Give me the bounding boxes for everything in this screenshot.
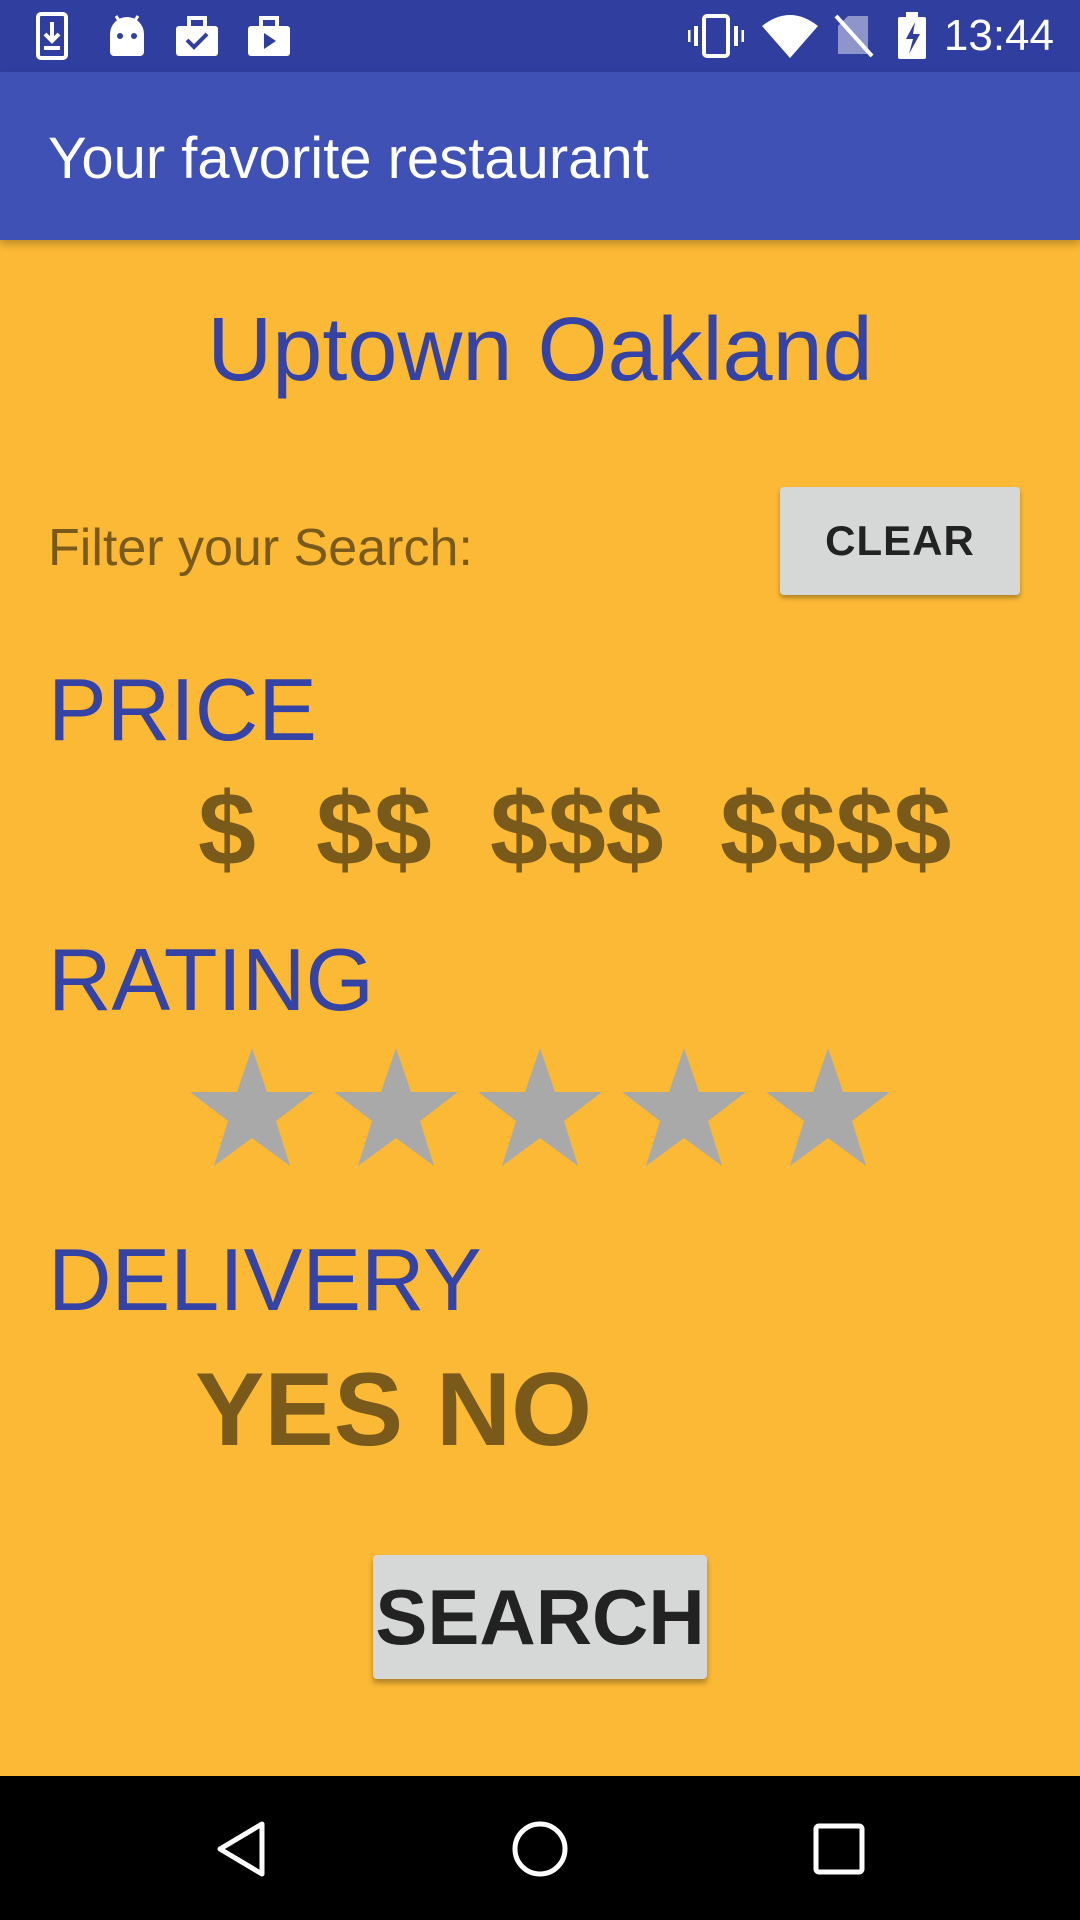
delivery-yes-option[interactable]: YES bbox=[195, 1355, 403, 1465]
filter-screen: Uptown Oakland Filter your Search: CLEAR… bbox=[0, 240, 1080, 1776]
delivery-no-option[interactable]: NO bbox=[436, 1355, 592, 1465]
wifi-icon bbox=[762, 15, 818, 58]
price-option-3[interactable]: $$$ bbox=[490, 775, 664, 885]
rating-heading: RATING bbox=[48, 930, 374, 1029]
rating-star-1-icon[interactable] bbox=[187, 1046, 317, 1170]
no-sim-icon bbox=[834, 14, 874, 58]
battery-charging-icon bbox=[898, 12, 926, 59]
price-option-4[interactable]: $$$$ bbox=[720, 775, 951, 885]
clear-button[interactable]: CLEAR bbox=[780, 487, 1020, 595]
rating-star-5-icon[interactable] bbox=[763, 1046, 893, 1170]
price-option-2[interactable]: $$ bbox=[316, 775, 432, 885]
android-icon bbox=[110, 15, 144, 56]
home-icon[interactable] bbox=[509, 1818, 571, 1880]
briefcase-check-icon bbox=[176, 16, 218, 56]
price-option-1[interactable]: $ bbox=[198, 775, 256, 885]
recents-icon[interactable] bbox=[808, 1818, 870, 1880]
rating-star-2-icon[interactable] bbox=[331, 1046, 461, 1170]
rating-star-3-icon[interactable] bbox=[475, 1046, 605, 1170]
app-title: Your favorite restaurant bbox=[48, 126, 649, 191]
clock: 13:44 bbox=[943, 11, 1054, 60]
price-heading: PRICE bbox=[48, 660, 317, 759]
rating-star-4-icon[interactable] bbox=[619, 1046, 749, 1170]
app-bar: Your favorite restaurant bbox=[0, 72, 1080, 240]
navigation-bar bbox=[0, 1776, 1080, 1920]
status-bar: 13:44 bbox=[0, 0, 1080, 72]
location-title: Uptown Oakland bbox=[207, 300, 873, 400]
delivery-heading: DELIVERY bbox=[48, 1230, 482, 1329]
filter-label: Filter your Search: bbox=[48, 519, 473, 577]
back-icon[interactable] bbox=[210, 1818, 272, 1880]
vibrate-icon bbox=[688, 14, 744, 58]
briefcase-play-icon bbox=[248, 16, 290, 56]
download-icon bbox=[36, 12, 68, 60]
search-button[interactable]: SEARCH bbox=[373, 1555, 707, 1679]
